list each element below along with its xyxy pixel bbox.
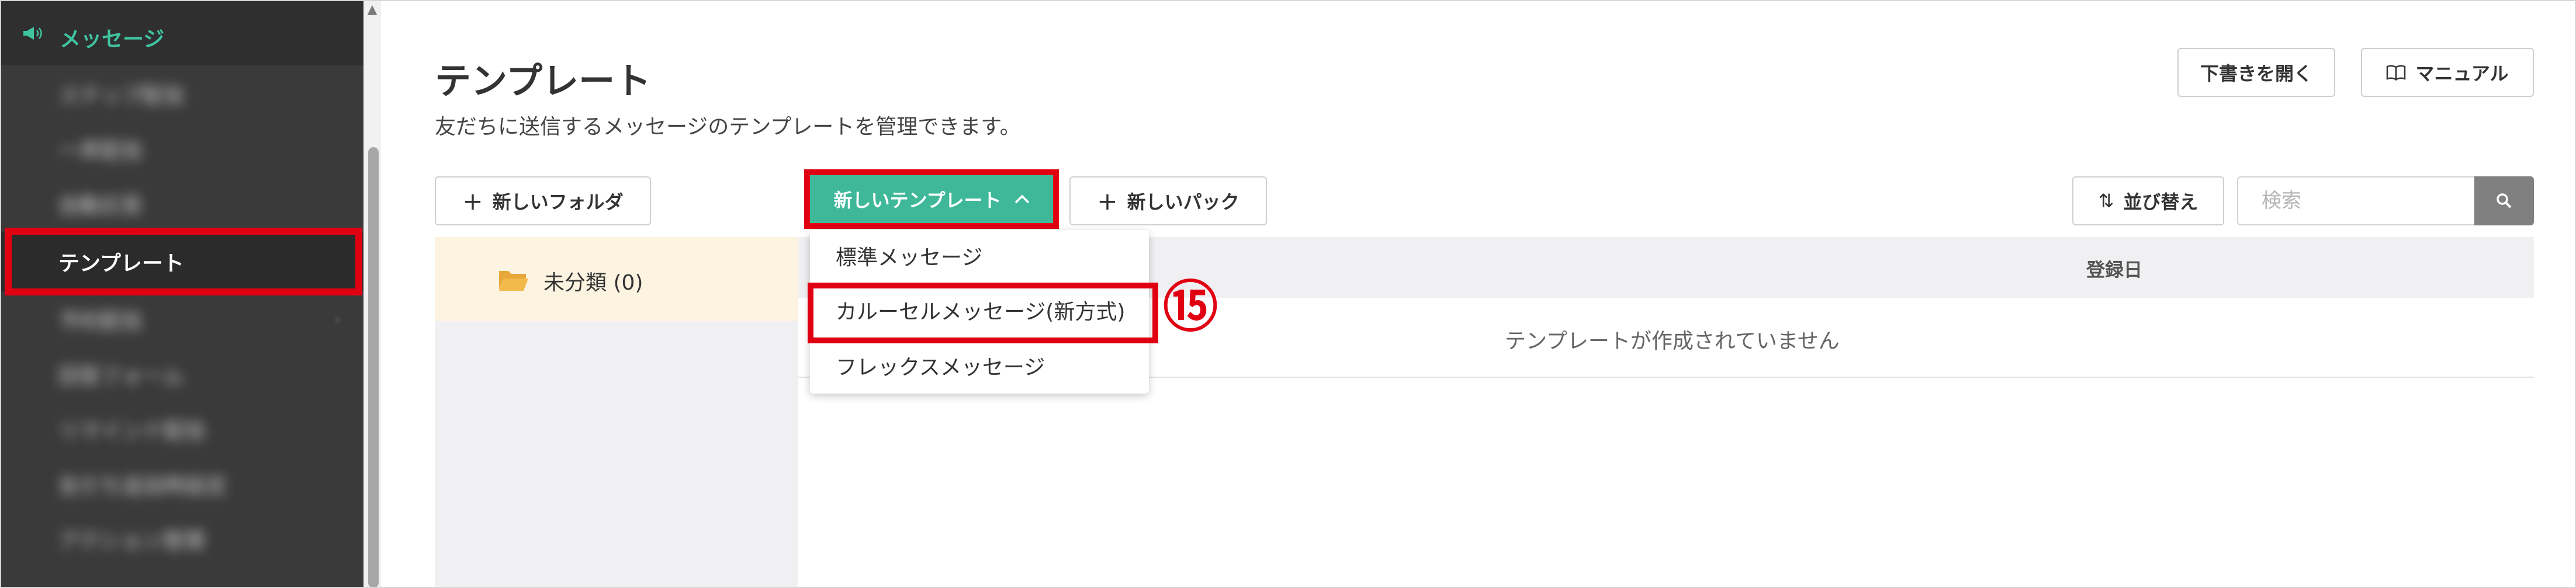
new-pack-button[interactable]: + 新しいパック	[1069, 176, 1267, 225]
column-header-date[interactable]: 登録日	[2086, 255, 2142, 282]
sort-button[interactable]: ⇅ 並び替え	[2072, 176, 2224, 225]
folder-label: 未分類 (0)	[543, 271, 643, 295]
sidebar-item-label: 一斉配信	[58, 139, 143, 163]
sort-label: 並び替え	[2123, 191, 2198, 213]
highlight-box	[808, 283, 1158, 343]
open-draft-button[interactable]: 下書きを開く	[2177, 48, 2335, 97]
book-icon	[2387, 65, 2406, 81]
menu-item-flex-message[interactable]: フレックスメッセージ	[836, 350, 1045, 381]
sidebar-item-auto-reply[interactable]: 自動応答	[0, 176, 363, 231]
empty-state-message: テンプレートが作成されていません	[1505, 329, 1840, 353]
chevron-up-icon	[1015, 194, 1029, 204]
sidebar-item-actions[interactable]: アクション管理	[0, 512, 363, 566]
sidebar-section-header[interactable]	[0, 0, 363, 65]
menu-item-standard-message[interactable]: 標準メッセージ	[836, 241, 982, 271]
search-button[interactable]	[2474, 176, 2534, 225]
new-folder-button[interactable]: + 新しいフォルダ	[435, 176, 651, 225]
new-pack-label: 新しいパック	[1127, 191, 1239, 213]
sidebar-item-friend-added[interactable]: 友だち追加時設定	[0, 457, 363, 512]
megaphone-icon	[23, 27, 42, 40]
sort-icon: ⇅	[2098, 190, 2114, 212]
sidebar-item-label: 友だち追加時設定	[58, 474, 227, 498]
scrollbar-thumb[interactable]	[368, 147, 379, 588]
highlight-box	[5, 228, 362, 295]
step-number-badge: ⑮	[1163, 276, 1218, 339]
folder-open-icon	[499, 271, 528, 291]
plus-icon: +	[462, 186, 483, 215]
sidebar-item-scheduled[interactable]: 予約配信 ›	[0, 292, 363, 347]
manual-label: マニュアル	[2415, 62, 2509, 85]
sidebar-item-label: 回答フォーム	[58, 364, 184, 388]
new-template-button[interactable]: 新しいテンプレート	[804, 169, 1059, 229]
sidebar-item-label: 予約配信	[58, 309, 143, 333]
sidebar-item-answer-form[interactable]: 回答フォーム	[0, 347, 363, 402]
sidebar-item-step-delivery[interactable]: ステップ配信	[0, 67, 363, 121]
scroll-up-arrow-icon[interactable]: ▲	[365, 2, 380, 18]
search-icon	[2497, 193, 2512, 208]
chevron-right-icon: ›	[334, 309, 341, 330]
plus-icon: +	[1097, 186, 1118, 215]
manual-button[interactable]: マニュアル	[2361, 48, 2534, 97]
sidebar-item-reminder[interactable]: リマインド配信	[0, 402, 363, 457]
sidebar-item-label: 自動応答	[58, 194, 143, 218]
sidebar-header-label: メッセージ	[60, 27, 165, 51]
sidebar-item-label: ステップ配信	[58, 84, 185, 108]
page-title: テンプレート	[435, 60, 652, 102]
new-folder-label: 新しいフォルダ	[492, 191, 624, 213]
sidebar-item-label: リマインド配信	[58, 419, 206, 443]
sidebar-item-broadcast[interactable]: 一斉配信	[0, 121, 363, 176]
open-draft-label: 下書きを開く	[2200, 62, 2312, 85]
search-input[interactable]	[2237, 176, 2474, 225]
page-subtitle: 友だちに送信するメッセージのテンプレートを管理できます。	[435, 115, 1021, 139]
sidebar-item-label: アクション管理	[58, 529, 205, 553]
new-template-label: 新しいテンプレート	[833, 189, 1002, 211]
